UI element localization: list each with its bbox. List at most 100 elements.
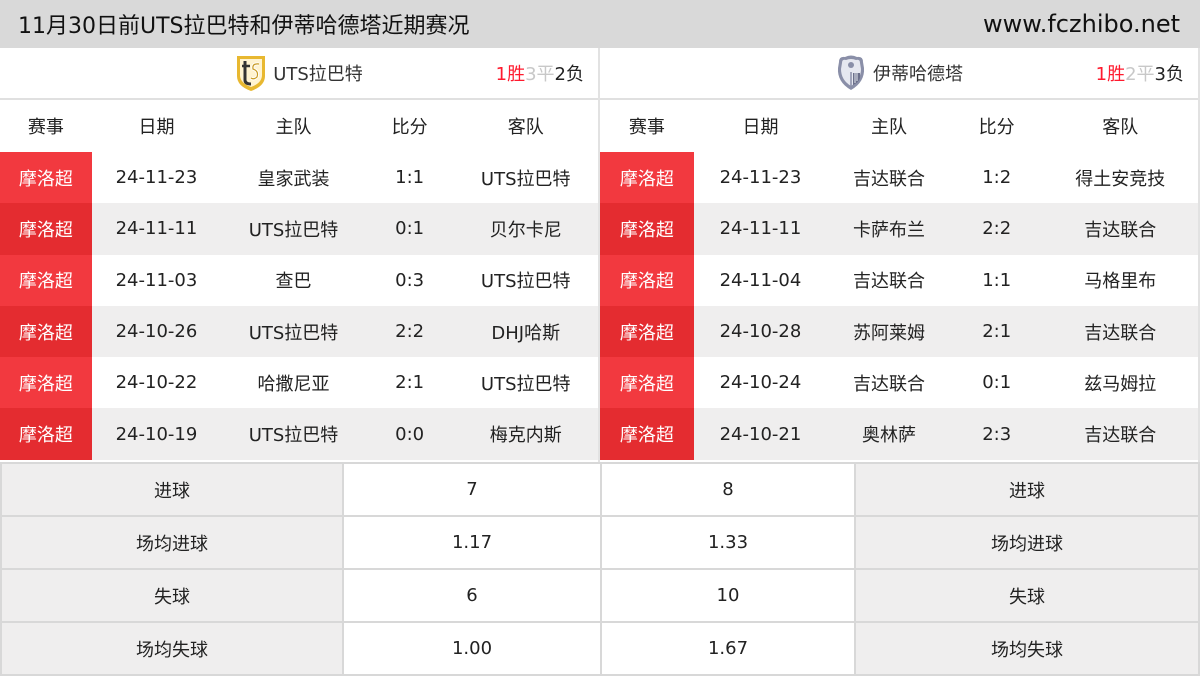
col-league: 赛事 bbox=[27, 117, 64, 138]
col-date: 日期 bbox=[138, 117, 175, 138]
league-badge[interactable]: 摩洛超 bbox=[0, 305, 92, 358]
wins-count: 1胜 bbox=[495, 64, 526, 85]
left-team-name[interactable]: UTS拉巴特 bbox=[273, 60, 363, 86]
home-team[interactable]: 苏阿莱姆 bbox=[827, 319, 951, 345]
league-badge[interactable]: 摩洛超 bbox=[600, 203, 694, 255]
right-team-record: 1胜2平3负 bbox=[1096, 60, 1184, 86]
away-team[interactable]: 吉达联合 bbox=[1043, 216, 1198, 242]
away-team[interactable]: 兹马姆拉 bbox=[1043, 370, 1198, 396]
away-team[interactable]: UTS拉巴特 bbox=[453, 165, 598, 191]
match-score: 2:2 bbox=[395, 321, 425, 343]
match-date: 24-10-26 bbox=[115, 321, 198, 343]
home-team[interactable]: UTS拉巴特 bbox=[221, 421, 366, 447]
wins-count: 1胜 bbox=[1095, 64, 1126, 85]
match-row[interactable]: 摩洛超 24-10-21 奥林萨 2:3 吉达联合 bbox=[600, 408, 1198, 460]
match-row[interactable]: 摩洛超 24-10-22 哈撒尼亚 2:1 UTS拉巴特 bbox=[0, 357, 598, 409]
league-badge[interactable]: 摩洛超 bbox=[600, 254, 694, 306]
home-team[interactable]: 吉达联合 bbox=[827, 267, 951, 293]
left-team-record: 1胜3平2负 bbox=[496, 60, 584, 86]
losses-count: 3负 bbox=[1154, 64, 1184, 85]
league-badge[interactable]: 摩洛超 bbox=[600, 357, 694, 409]
stat-label: 场均进球 bbox=[856, 517, 1200, 568]
away-team[interactable]: UTS拉巴特 bbox=[453, 370, 598, 396]
right-stat-value: 1.33 bbox=[600, 517, 856, 568]
right-stat-value: 8 bbox=[600, 464, 856, 515]
home-team[interactable]: 皇家武装 bbox=[221, 165, 366, 191]
match-row[interactable]: 摩洛超 24-10-19 UTS拉巴特 0:0 梅克内斯 bbox=[0, 408, 598, 460]
league-badge[interactable]: 摩洛超 bbox=[0, 408, 92, 460]
col-score: 比分 bbox=[391, 117, 428, 138]
away-team[interactable]: 马格里布 bbox=[1043, 267, 1198, 293]
left-team-header: UTS拉巴特 1胜3平2负 bbox=[0, 48, 598, 100]
league-badge[interactable]: 摩洛超 bbox=[600, 305, 694, 358]
left-stat-value: 6 bbox=[344, 570, 600, 621]
match-score: 0:1 bbox=[395, 218, 425, 240]
away-team[interactable]: UTS拉巴特 bbox=[453, 267, 598, 293]
match-row[interactable]: 摩洛超 24-10-24 吉达联合 0:1 兹马姆拉 bbox=[600, 357, 1198, 409]
home-team[interactable]: 吉达联合 bbox=[827, 165, 951, 191]
match-score: 1:1 bbox=[395, 167, 425, 189]
page-title: 11月30日前UTS拉巴特和伊蒂哈德塔近期赛况 bbox=[18, 14, 470, 39]
match-date: 24-11-11 bbox=[719, 218, 802, 240]
match-date: 24-10-21 bbox=[719, 423, 802, 445]
stat-row: 场均进球 1.17 1.33 场均进球 bbox=[0, 517, 1200, 570]
away-team[interactable]: 吉达联合 bbox=[1043, 319, 1198, 345]
match-row[interactable]: 摩洛超 24-10-26 UTS拉巴特 2:2 DHJ哈斯 bbox=[0, 305, 598, 358]
home-team[interactable]: 卡萨布兰 bbox=[827, 216, 951, 242]
match-score: 0:1 bbox=[982, 372, 1012, 394]
away-team[interactable]: 吉达联合 bbox=[1043, 421, 1198, 447]
title-bar: 11月30日前UTS拉巴特和伊蒂哈德塔近期赛况 www.fczhibo.net bbox=[0, 0, 1200, 48]
match-date: 24-11-04 bbox=[719, 269, 802, 291]
home-team[interactable]: 查巴 bbox=[221, 267, 366, 293]
league-badge[interactable]: 摩洛超 bbox=[600, 152, 694, 204]
right-team-name[interactable]: 伊蒂哈德塔 bbox=[873, 60, 963, 86]
match-row[interactable]: 摩洛超 24-10-28 苏阿莱姆 2:1 吉达联合 bbox=[600, 305, 1198, 358]
right-column-header: 赛事 日期 主队 比分 客队 bbox=[600, 100, 1198, 152]
stat-row: 进球 7 8 进球 bbox=[0, 464, 1200, 517]
home-team[interactable]: 吉达联合 bbox=[827, 370, 951, 396]
match-row[interactable]: 摩洛超 24-11-11 卡萨布兰 2:2 吉达联合 bbox=[600, 203, 1198, 255]
stat-row: 场均失球 1.00 1.67 场均失球 bbox=[0, 623, 1200, 676]
stat-label: 失球 bbox=[856, 570, 1200, 621]
home-team[interactable]: UTS拉巴特 bbox=[221, 319, 366, 345]
match-date: 24-11-03 bbox=[115, 269, 198, 291]
match-row[interactable]: 摩洛超 24-11-04 吉达联合 1:1 马格里布 bbox=[600, 254, 1198, 306]
match-date: 24-11-11 bbox=[115, 218, 198, 240]
ittihad-tanger-crest-icon bbox=[835, 54, 867, 92]
stats-table: 进球 7 8 进球 场均进球 1.17 1.33 场均进球 失球 6 10 失球 场均失球 1.00 1.6… bbox=[0, 462, 1200, 676]
match-date: 24-10-22 bbox=[115, 372, 198, 394]
match-score: 2:1 bbox=[982, 321, 1012, 343]
league-badge[interactable]: 摩洛超 bbox=[0, 203, 92, 255]
match-score: 2:1 bbox=[395, 372, 425, 394]
match-row[interactable]: 摩洛超 24-11-23 吉达联合 1:2 得土安竞技 bbox=[600, 152, 1198, 204]
match-row[interactable]: 摩洛超 24-11-23 皇家武装 1:1 UTS拉巴特 bbox=[0, 152, 598, 204]
col-home: 主队 bbox=[275, 117, 312, 138]
match-score: 2:3 bbox=[982, 423, 1012, 445]
match-row[interactable]: 摩洛超 24-11-11 UTS拉巴特 0:1 贝尔卡尼 bbox=[0, 203, 598, 255]
right-team-panel: 伊蒂哈德塔 1胜2平3负 赛事 日期 主队 比分 客队 摩洛超 24-11-23 吉… bbox=[600, 48, 1200, 462]
away-team[interactable]: DHJ哈斯 bbox=[453, 319, 598, 345]
stat-label: 场均失球 bbox=[856, 623, 1200, 674]
site-url[interactable]: www.fczhibo.net bbox=[983, 10, 1180, 38]
home-team[interactable]: 奥林萨 bbox=[827, 421, 951, 447]
col-league: 赛事 bbox=[628, 117, 665, 138]
left-stat-value: 1.17 bbox=[344, 517, 600, 568]
right-team-header: 伊蒂哈德塔 1胜2平3负 bbox=[600, 48, 1198, 100]
away-team[interactable]: 得土安竞技 bbox=[1043, 165, 1198, 191]
left-stat-value: 1.00 bbox=[344, 623, 600, 674]
league-badge[interactable]: 摩洛超 bbox=[0, 254, 92, 306]
home-team[interactable]: UTS拉巴特 bbox=[221, 216, 366, 242]
away-team[interactable]: 梅克内斯 bbox=[453, 421, 598, 447]
match-row[interactable]: 摩洛超 24-11-03 查巴 0:3 UTS拉巴特 bbox=[0, 254, 598, 306]
match-date: 24-10-28 bbox=[719, 321, 802, 343]
league-badge[interactable]: 摩洛超 bbox=[0, 357, 92, 409]
right-stat-value: 10 bbox=[600, 570, 856, 621]
stat-label: 场均失球 bbox=[0, 623, 344, 674]
match-score: 1:2 bbox=[982, 167, 1012, 189]
home-team[interactable]: 哈撒尼亚 bbox=[221, 370, 366, 396]
league-badge[interactable]: 摩洛超 bbox=[0, 152, 92, 204]
away-team[interactable]: 贝尔卡尼 bbox=[453, 216, 598, 242]
league-badge[interactable]: 摩洛超 bbox=[600, 408, 694, 460]
stat-label: 进球 bbox=[856, 464, 1200, 515]
col-score: 比分 bbox=[978, 117, 1015, 138]
